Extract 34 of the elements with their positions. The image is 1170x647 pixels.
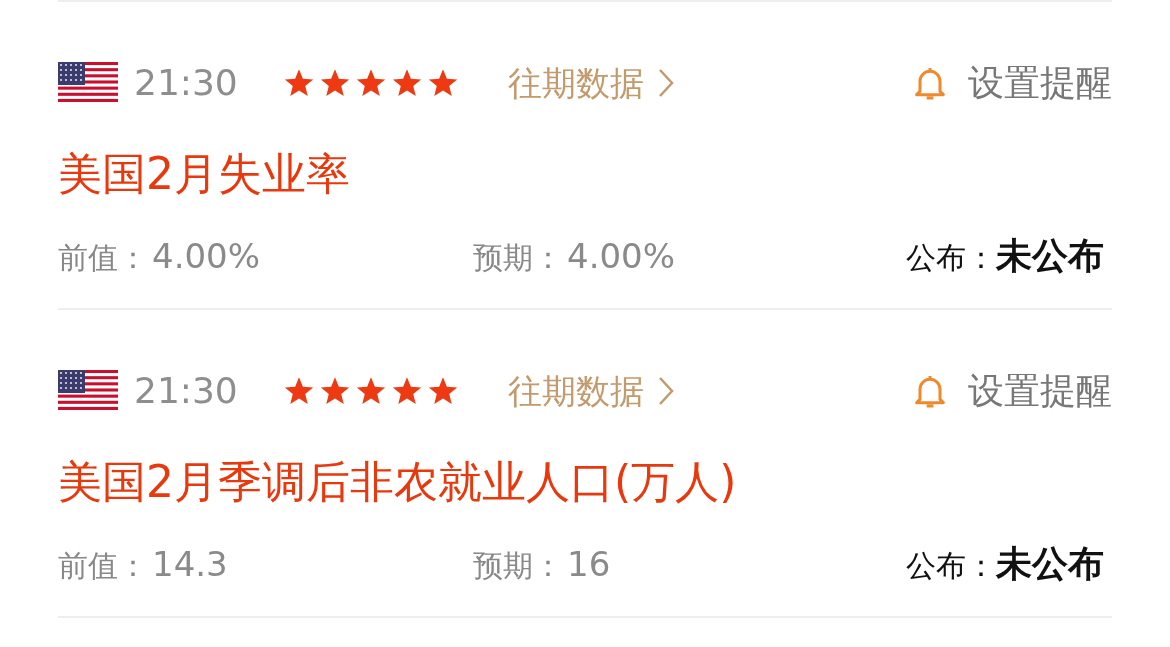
forecast-label: 预期： xyxy=(473,238,563,277)
history-data-link[interactable]: 往期数据 xyxy=(508,57,674,109)
flag-icon xyxy=(58,369,118,413)
publish-value: 未公布 xyxy=(996,542,1104,586)
publish-value: 未公布 xyxy=(996,234,1104,278)
star-icon xyxy=(320,376,350,406)
star-icon xyxy=(428,68,458,98)
star-icon xyxy=(284,376,314,406)
star-icon xyxy=(392,68,422,98)
star-icon xyxy=(320,68,350,98)
event-title: 美国2月失业率 xyxy=(58,147,351,201)
star-icon xyxy=(428,376,458,406)
forecast-label: 预期： xyxy=(473,546,563,585)
flag-icon xyxy=(58,61,118,105)
event-time: 21:30 xyxy=(134,369,239,413)
publish-label: 公布： xyxy=(906,239,996,277)
star-icon xyxy=(356,68,386,98)
forecast-value: 4.00% xyxy=(567,234,675,278)
set-reminder-button[interactable]: 设置提醒 xyxy=(910,56,1112,110)
previous-label: 前值： xyxy=(58,238,148,277)
publish-label: 公布： xyxy=(906,547,996,585)
previous-label: 前值： xyxy=(58,546,148,585)
chevron-right-icon xyxy=(658,376,674,406)
previous-value: 4.00% xyxy=(152,234,260,278)
star-icon xyxy=(284,68,314,98)
set-reminder-button[interactable]: 设置提醒 xyxy=(910,364,1112,418)
chevron-right-icon xyxy=(658,68,674,98)
event-title: 美国2月季调后非农就业人口(万人) xyxy=(58,455,738,509)
forecast-value: 16 xyxy=(567,542,611,586)
star-icon xyxy=(392,376,422,406)
history-data-link[interactable]: 往期数据 xyxy=(508,365,674,417)
previous-value: 14.3 xyxy=(152,542,228,586)
star-icon xyxy=(356,376,386,406)
event-time: 21:30 xyxy=(134,61,239,105)
